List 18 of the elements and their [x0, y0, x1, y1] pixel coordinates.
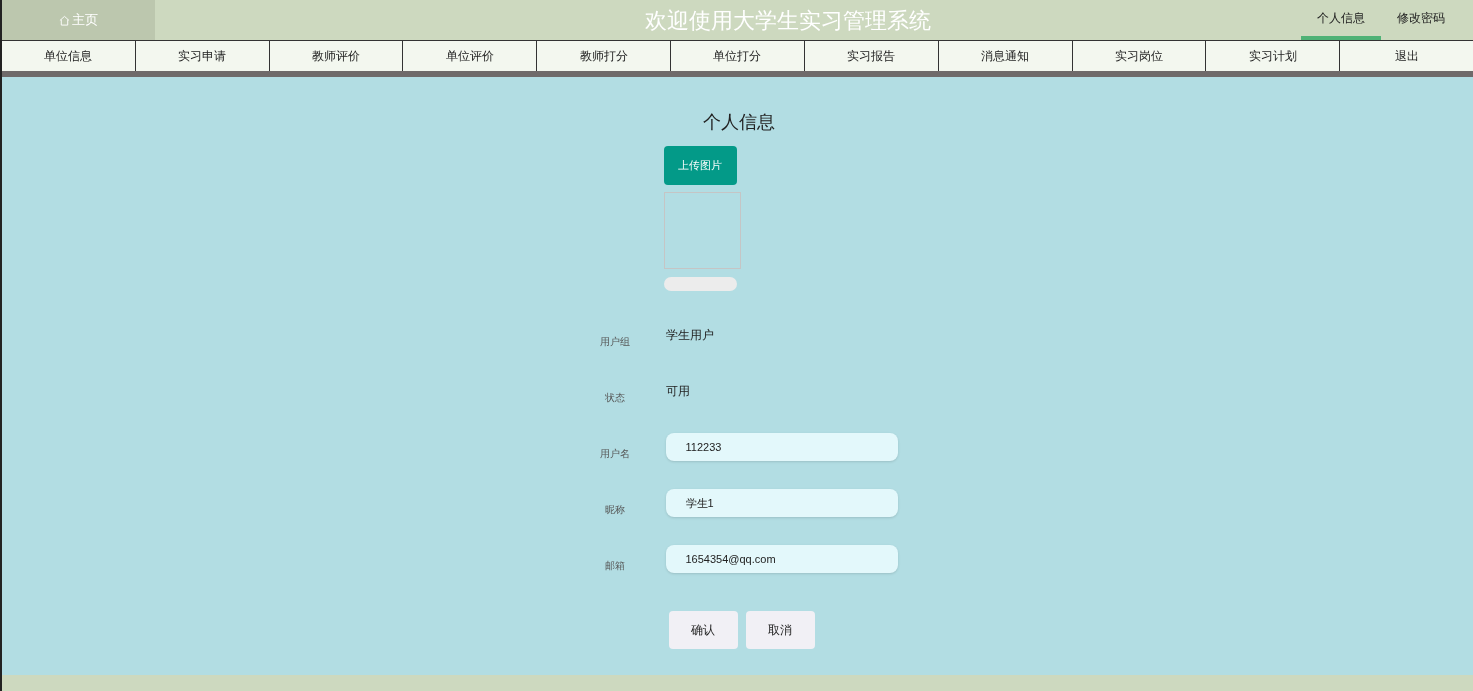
field-label: 状态 [603, 390, 626, 405]
upload-button[interactable]: 上传图片 [663, 146, 737, 185]
input-field[interactable]: 112233 [665, 433, 898, 461]
field-value: 学生用户 [665, 327, 714, 344]
site-title: 欢迎使用大学生实习管理系统 [644, 6, 932, 35]
form-button[interactable]: 确认 [668, 611, 738, 649]
nav-item[interactable]: 退出 [1340, 41, 1473, 71]
field-label: 昵称 [603, 502, 626, 517]
form-button[interactable]: 取消 [745, 611, 815, 649]
home-icon [59, 14, 70, 26]
field-label: 邮箱 [603, 558, 626, 573]
page-title: 个人信息 [702, 111, 775, 134]
input-field[interactable]: 学生1 [665, 489, 898, 517]
field-label: 用户名 [598, 446, 631, 461]
header-tab[interactable]: 修改密码 [1381, 0, 1461, 40]
input-field[interactable]: 1654354@qq.com [665, 545, 898, 573]
field-value: 可用 [665, 383, 690, 400]
field-label: 用户组 [598, 334, 631, 349]
